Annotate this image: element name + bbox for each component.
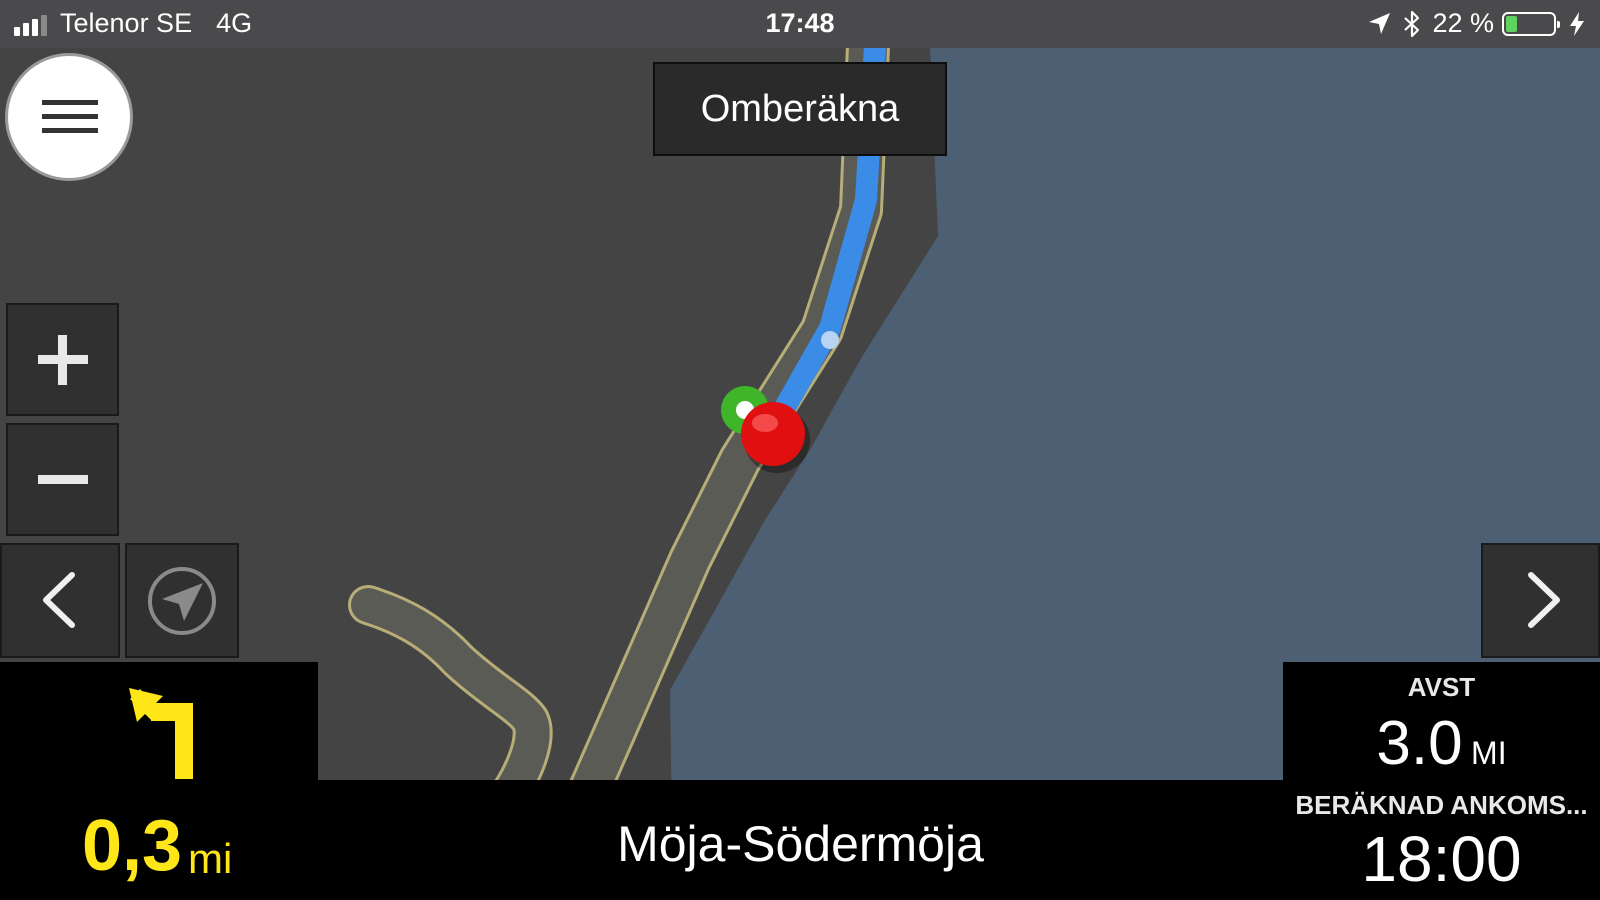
chevron-left-icon xyxy=(43,572,75,628)
chevron-right-icon xyxy=(1528,572,1560,628)
compass-icon xyxy=(148,567,216,635)
status-bar: Telenor SE 4G 17:48 22 % xyxy=(0,0,1600,48)
zoom-out-button[interactable] xyxy=(6,423,119,536)
plus-icon xyxy=(38,335,88,385)
navigation-screen: Telenor SE 4G 17:48 22 % Omberäkna 0,3 m… xyxy=(0,0,1600,900)
battery-percent: 22 % xyxy=(1432,8,1494,38)
distance-label: AVST xyxy=(1407,672,1476,702)
minus-icon xyxy=(38,475,88,484)
distance-remaining: 3.0 MI xyxy=(1283,708,1600,779)
turn-left-arrow-icon xyxy=(129,688,193,779)
next-button[interactable] xyxy=(1481,543,1600,658)
network-type: 4G xyxy=(216,8,253,38)
signal-icon xyxy=(14,12,50,36)
street-name: Möja-Södermöja xyxy=(617,816,984,872)
eta-value: 18:00 xyxy=(1361,823,1522,895)
battery-icon xyxy=(1502,11,1560,36)
status-left: Telenor SE 4G xyxy=(14,8,252,39)
location-arrow-icon xyxy=(1369,12,1391,34)
maneuver-distance-unit: mi xyxy=(188,835,233,882)
hamburger-menu-icon xyxy=(42,100,98,133)
distance-remaining-value: 3.0 xyxy=(1376,709,1463,778)
compass-button[interactable] xyxy=(125,543,239,658)
zoom-in-button[interactable] xyxy=(6,303,119,416)
carrier-name: Telenor SE xyxy=(60,8,193,38)
status-right: 22 % xyxy=(1366,8,1586,39)
maneuver-distance-value: 0,3 xyxy=(82,806,183,886)
distance-remaining-unit: MI xyxy=(1471,735,1507,771)
previous-button[interactable] xyxy=(0,543,120,658)
trip-info-panel[interactable]: AVST 3.0 MI BERÄKNAD ANKOMS... 18:00 xyxy=(1283,662,1600,900)
bluetooth-icon xyxy=(1404,10,1420,37)
recalculate-button[interactable]: Omberäkna xyxy=(653,62,947,156)
route-waypoint-dot xyxy=(821,331,839,349)
charging-icon xyxy=(1570,11,1584,36)
menu-button[interactable] xyxy=(8,56,130,178)
eta-label: BERÄKNAD ANKOMS... xyxy=(1295,790,1588,820)
